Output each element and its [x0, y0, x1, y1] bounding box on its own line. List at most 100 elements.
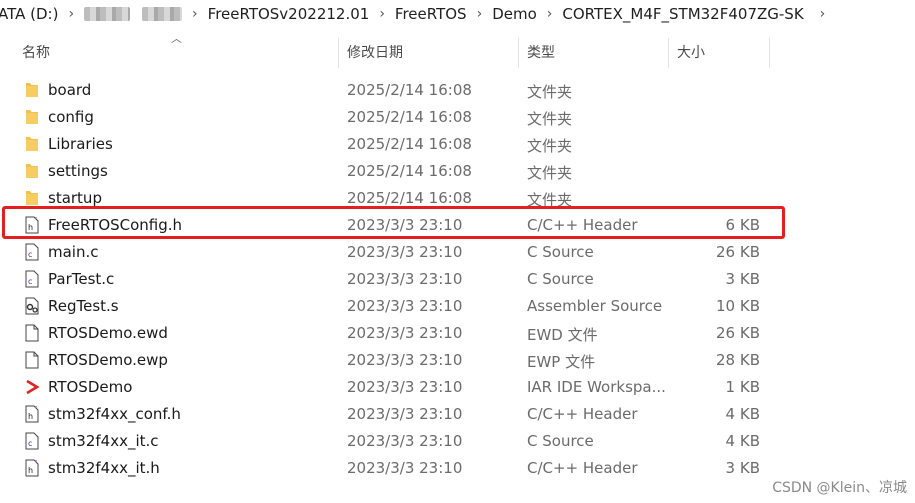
breadcrumb-freertos-version[interactable]: FreeRTOSv202212.01	[202, 5, 376, 23]
redacted-crumb	[84, 7, 131, 21]
folder-icon	[24, 81, 40, 99]
file-size: 26 KB	[716, 324, 760, 342]
file-type: C/C++ Header	[527, 405, 638, 423]
file-type: C/C++ Header	[527, 216, 638, 234]
file-date: 2023/3/3 23:10	[347, 270, 463, 288]
column-divider[interactable]	[769, 38, 770, 68]
file-date: 2023/3/3 23:10	[347, 432, 463, 450]
file-row[interactable]: RTOSDemo.ewd 2023/3/3 23:10 EWD 文件 26 KB	[0, 320, 915, 347]
breadcrumb-demo[interactable]: Demo	[486, 5, 543, 23]
file-type: EWP 文件	[527, 353, 596, 371]
file-type: 文件夹	[527, 83, 573, 101]
file-name: RegTest.s	[48, 297, 119, 315]
chevron-right-icon[interactable]: ›	[820, 6, 826, 22]
folder-icon	[24, 108, 40, 126]
svg-text:c: c	[28, 250, 32, 259]
file-size: 26 KB	[716, 243, 760, 261]
file-date: 2025/2/14 16:08	[347, 162, 472, 180]
file-row[interactable]: board 2025/2/14 16:08 文件夹	[0, 77, 915, 104]
file-type: IAR IDE Workspa...	[527, 378, 666, 396]
blank-file-icon	[24, 351, 40, 369]
c-file-icon: c	[24, 270, 40, 288]
file-row[interactable]: config 2025/2/14 16:08 文件夹	[0, 104, 915, 131]
column-divider[interactable]	[668, 38, 669, 68]
file-name: main.c	[48, 243, 99, 261]
breadcrumb-drive[interactable]: ATA (D:)	[0, 5, 64, 23]
file-name: ParTest.c	[48, 270, 115, 288]
chevron-right-icon: ›	[379, 6, 385, 22]
chevron-right-icon: ›	[476, 6, 483, 22]
file-date: 2023/3/3 23:10	[347, 378, 463, 396]
file-date: 2023/3/3 23:10	[347, 459, 463, 477]
file-row[interactable]: c stm32f4xx_it.c 2023/3/3 23:10 C Source 4 K…	[0, 428, 915, 455]
svg-text:c: c	[28, 439, 32, 448]
file-type: EWD 文件	[527, 326, 598, 344]
file-type: Assembler Source	[527, 297, 663, 315]
chevron-right-icon: ›	[68, 6, 75, 22]
file-date: 2023/3/3 23:10	[347, 297, 463, 315]
file-date: 2023/3/3 23:10	[347, 351, 463, 369]
file-date: 2025/2/14 16:08	[347, 81, 472, 99]
column-header-date[interactable]: 修改日期	[347, 42, 403, 62]
breadcrumb-current-folder[interactable]: CORTEX_M4F_STM32F407ZG-SK	[556, 5, 809, 23]
file-size: 10 KB	[716, 297, 760, 315]
file-row[interactable]: c ParTest.c 2023/3/3 23:10 C Source 3 KB	[0, 266, 915, 293]
file-name: board	[48, 81, 92, 99]
file-date: 2023/3/3 23:10	[347, 243, 463, 261]
file-row[interactable]: settings 2025/2/14 16:08 文件夹	[0, 158, 915, 185]
file-row[interactable]: RTOSDemo.ewp 2023/3/3 23:10 EWP 文件 28 KB	[0, 347, 915, 374]
breadcrumb-freertos[interactable]: FreeRTOS	[389, 5, 473, 23]
watermark: CSDN @Klein、凉城	[772, 480, 907, 496]
file-name: RTOSDemo.ewd	[48, 324, 168, 342]
c-file-icon: c	[24, 243, 40, 261]
file-name: settings	[48, 162, 108, 180]
svg-text:h: h	[28, 412, 33, 421]
file-name: stm32f4xx_conf.h	[48, 405, 181, 423]
file-date: 2025/2/14 16:08	[347, 189, 472, 207]
file-row[interactable]: c main.c 2023/3/3 23:10 C Source 26 KB	[0, 239, 915, 266]
redacted-crumb	[142, 7, 183, 21]
file-list: board 2025/2/14 16:08 文件夹 config 2025/2/14 1…	[0, 77, 915, 482]
asm-file-icon	[24, 297, 40, 315]
svg-text:h: h	[28, 223, 33, 232]
column-header-name[interactable]: 名称	[22, 42, 50, 62]
file-type: C/C++ Header	[527, 459, 638, 477]
column-header-bar: ︿ 名称 修改日期 类型 大小	[0, 28, 915, 78]
file-row[interactable]: RegTest.s 2023/3/3 23:10 Assembler Source 1…	[0, 293, 915, 320]
file-date: 2023/3/3 23:10	[347, 216, 463, 234]
file-name: stm32f4xx_it.h	[48, 459, 160, 477]
column-divider[interactable]	[518, 38, 519, 68]
svg-text:c: c	[28, 277, 32, 286]
column-header-size[interactable]: 大小	[677, 42, 705, 62]
file-date: 2023/3/3 23:10	[347, 405, 463, 423]
file-size: 4 KB	[725, 405, 760, 423]
file-row[interactable]: h stm32f4xx_conf.h 2023/3/3 23:10 C/C++ Hea…	[0, 401, 915, 428]
header-file-icon: h	[24, 405, 40, 423]
folder-icon	[24, 162, 40, 180]
file-size: 3 KB	[725, 270, 760, 288]
column-divider[interactable]	[338, 38, 339, 68]
file-date: 2023/3/3 23:10	[347, 324, 463, 342]
file-size: 4 KB	[725, 432, 760, 450]
column-header-type[interactable]: 类型	[527, 42, 555, 62]
header-file-icon: h	[24, 459, 40, 477]
file-name: RTOSDemo	[48, 378, 133, 396]
file-name: RTOSDemo.ewp	[48, 351, 168, 369]
file-row[interactable]: RTOSDemo 2023/3/3 23:10 IAR IDE Workspa...…	[0, 374, 915, 401]
file-row[interactable]: startup 2025/2/14 16:08 文件夹	[0, 185, 915, 212]
file-name: startup	[48, 189, 102, 207]
file-date: 2025/2/14 16:08	[347, 135, 472, 153]
file-type: 文件夹	[527, 110, 573, 128]
file-name: FreeRTOSConfig.h	[48, 216, 183, 234]
file-size: 1 KB	[725, 378, 760, 396]
file-row[interactable]: h FreeRTOSConfig.h 2023/3/3 23:10 C/C++ Hea…	[0, 212, 915, 239]
file-date: 2025/2/14 16:08	[347, 108, 472, 126]
chevron-right-icon: ›	[192, 6, 198, 22]
c-file-icon: c	[24, 432, 40, 450]
file-name: config	[48, 108, 94, 126]
file-size: 3 KB	[725, 459, 760, 477]
folder-icon	[24, 135, 40, 153]
file-row[interactable]: Libraries 2025/2/14 16:08 文件夹	[0, 131, 915, 158]
file-name: Libraries	[48, 135, 113, 153]
iar-workspace-icon	[24, 378, 40, 396]
